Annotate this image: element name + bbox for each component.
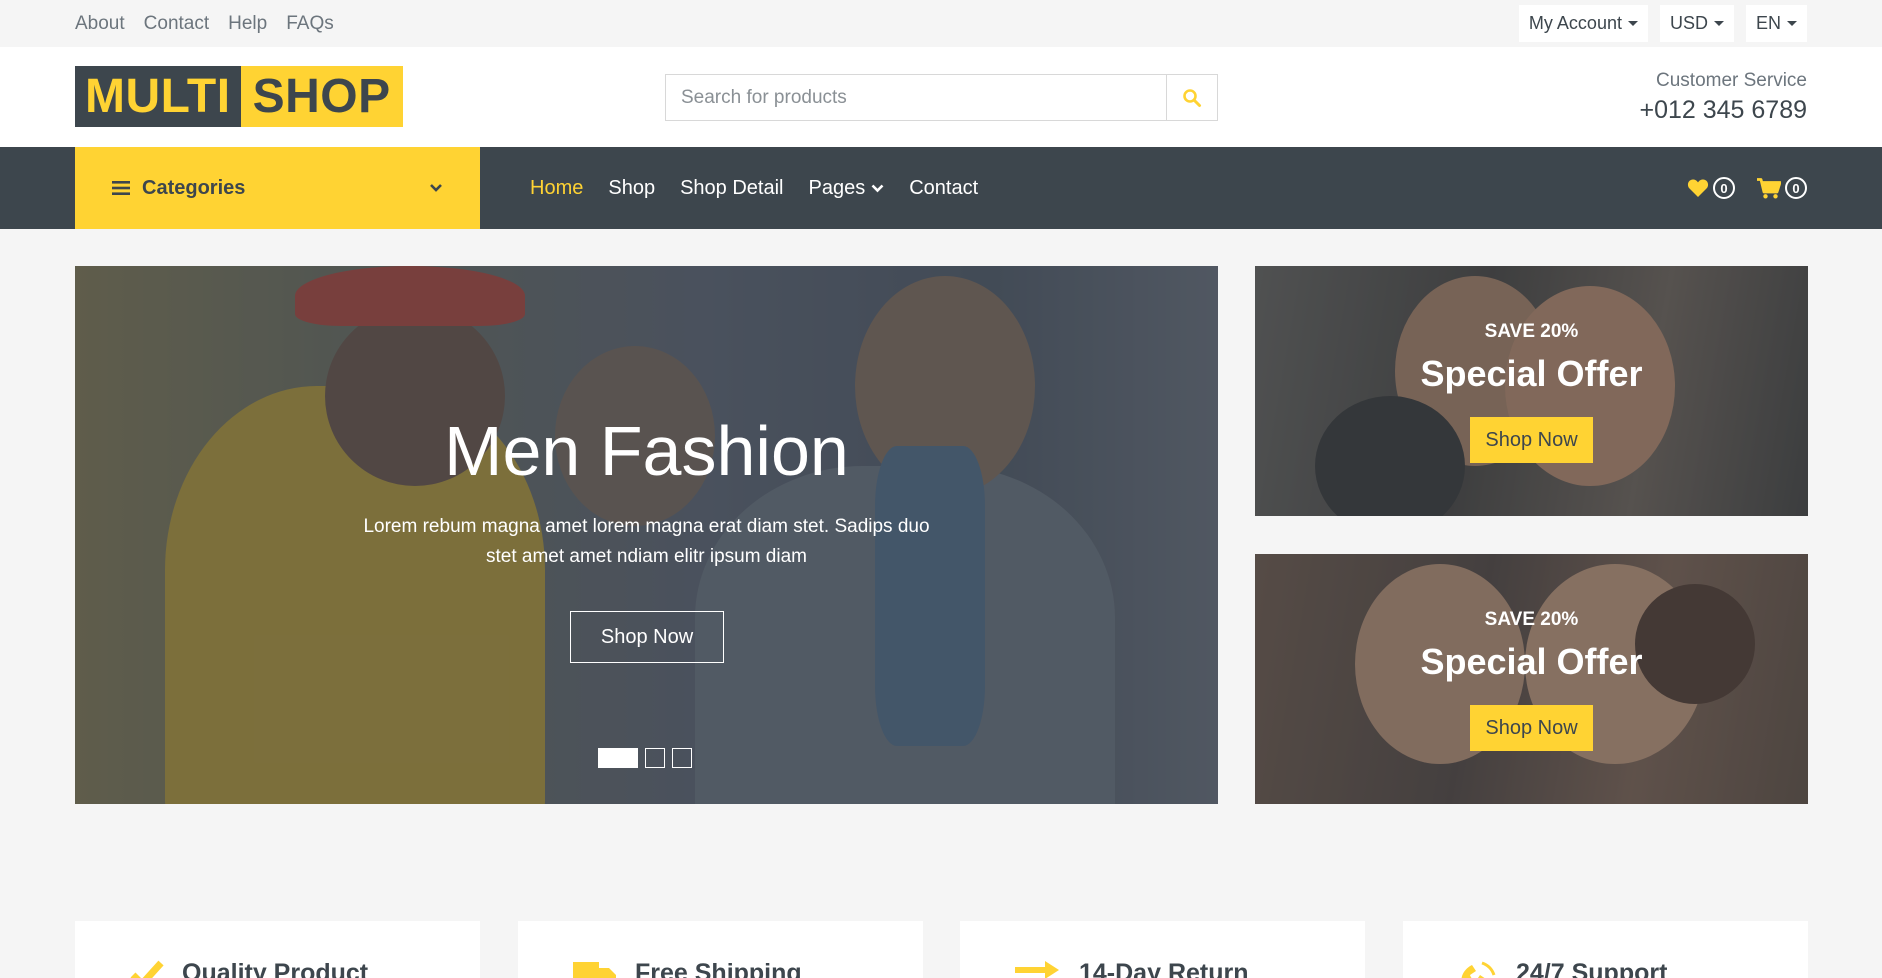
nav-link-shop-detail[interactable]: Shop Detail [680,177,783,200]
phone-volume-icon [1461,961,1496,978]
hero-carousel: Men Fashion Lorem rebum magna amet lorem… [75,266,1218,804]
bars-icon [112,181,130,195]
special-offer-card-2: SAVE 20% Special Offer Shop Now [1255,554,1808,804]
customer-service-phone: +012 345 6789 [1639,96,1807,124]
caret-down-icon [1713,21,1724,26]
currency-dropdown[interactable]: USD [1659,5,1734,42]
logo[interactable]: MULTI SHOP [75,66,403,127]
truck-icon [573,962,616,978]
categories-label: Categories [142,176,246,199]
carousel-indicator-2[interactable] [645,748,665,768]
logo-part-shop: SHOP [240,66,403,127]
feature-free-shipping: Free Shipping [518,921,923,978]
offer-1-save-label: SAVE 20% [1484,321,1579,342]
nav-link-shop[interactable]: Shop [608,177,655,200]
search-icon [1183,88,1201,107]
carousel-indicator-1[interactable] [598,748,638,768]
wishlist-count-badge: 0 [1713,177,1735,199]
chevron-down-icon [430,184,442,192]
check-icon [130,960,164,978]
carousel-indicators [598,748,692,768]
currency-label: USD [1669,13,1708,33]
my-account-label: My Account [1528,13,1622,33]
language-dropdown[interactable]: EN [1745,5,1807,42]
top-link-about[interactable]: About [75,13,125,35]
search-input[interactable] [666,75,1166,120]
feature-quality-product: Quality Product [75,921,480,978]
nav-links: Home Shop Shop Detail Pages Contact [530,147,978,229]
nav-link-pages-label: Pages [808,176,866,199]
caret-down-icon [1627,21,1638,26]
offer-1-shop-now-button[interactable]: Shop Now [1470,417,1593,463]
my-account-dropdown[interactable]: My Account [1518,5,1648,42]
customer-service-label: Customer Service [1656,70,1807,91]
top-link-contact[interactable]: Contact [144,13,209,35]
search-button[interactable] [1166,75,1217,120]
offer-2-shop-now-button[interactable]: Shop Now [1470,705,1593,751]
exchange-icon [1015,961,1059,978]
cart-button[interactable]: 0 [1757,177,1807,199]
feature-title: 24/7 Support [1516,959,1668,978]
cart-count-badge: 0 [1785,177,1807,199]
hero-text: Lorem rebum magna amet lorem magna erat … [363,516,930,567]
nav-icons: 0 0 [1687,147,1807,229]
hero-title: Men Fashion [444,412,849,490]
top-bar: About Contact Help FAQs My Account USD E… [0,0,1882,47]
special-offer-card-1: SAVE 20% Special Offer Shop Now [1255,266,1808,516]
customer-service: Customer Service +012 345 6789 [1639,70,1807,125]
nav-link-home[interactable]: Home [530,177,583,200]
offer-1-title: Special Offer [1420,353,1643,394]
logo-part-multi: MULTI [75,66,241,127]
feature-title: Quality Product [182,959,369,978]
shopping-cart-icon [1757,177,1781,198]
search-bar [665,74,1218,121]
hero-caption: Men Fashion Lorem rebum magna amet lorem… [75,266,1218,804]
categories-toggle[interactable]: Categories [75,147,480,229]
wishlist-button[interactable]: 0 [1687,177,1735,199]
nav-link-contact[interactable]: Contact [909,177,978,200]
top-links: About Contact Help FAQs [75,13,334,35]
chevron-down-icon [871,184,884,192]
header: MULTI SHOP Customer Service +012 345 678… [0,47,1882,147]
main-navbar: Categories Home Shop Shop Detail Pages C… [0,147,1882,229]
offer-2-title: Special Offer [1420,641,1643,682]
top-link-help[interactable]: Help [228,13,267,35]
top-dropdowns: My Account USD EN [1518,5,1807,42]
offer-2-save-label: SAVE 20% [1484,609,1579,630]
nav-link-pages[interactable]: Pages [808,177,884,200]
feature-14-day-return: 14-Day Return [960,921,1365,978]
language-label: EN [1755,13,1781,33]
feature-title: Free Shipping [635,959,802,978]
caret-down-icon [1787,21,1797,26]
top-link-faqs[interactable]: FAQs [286,13,334,35]
feature-24-7-support: 24/7 Support [1403,921,1808,978]
heart-icon [1687,179,1709,197]
carousel-indicator-3[interactable] [672,748,692,768]
feature-title: 14-Day Return [1079,959,1249,978]
hero-shop-now-button[interactable]: Shop Now [570,611,724,663]
